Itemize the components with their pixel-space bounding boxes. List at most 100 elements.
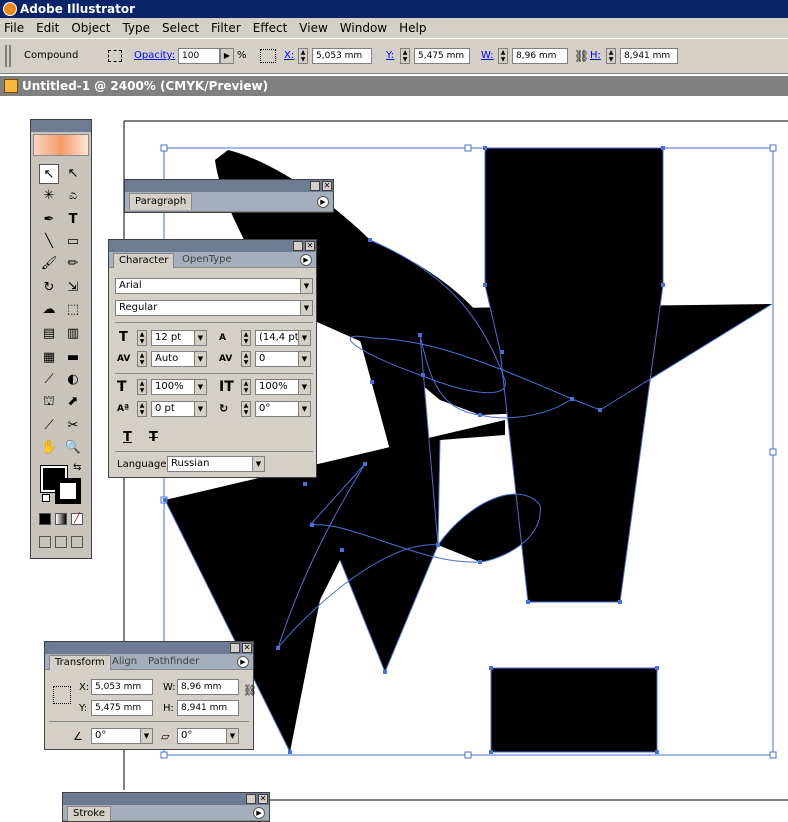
menu-select[interactable]: Select (162, 21, 199, 35)
character-rotation-input[interactable]: 0° ▼ (255, 401, 311, 417)
transform-y-input[interactable]: 5,475 mm (91, 700, 153, 716)
live-paint-selection-tool-icon[interactable]: ⬈ (63, 392, 83, 412)
tab-stroke[interactable]: Stroke (67, 806, 111, 821)
character-panel-menu-icon[interactable]: ▶ (300, 254, 312, 266)
rotate-tool-icon[interactable]: ↻ (39, 278, 59, 298)
tracking-stepper[interactable]: ▲ ▼ (241, 351, 251, 367)
leading-stepper[interactable]: ▲ ▼ (241, 330, 251, 346)
scale-tool-icon[interactable]: ⇲ (63, 278, 83, 298)
stroke-minimize-button[interactable] (246, 794, 256, 804)
transform-minimize-button[interactable] (230, 643, 240, 653)
lasso-tool-icon[interactable]: ಎ (63, 186, 83, 206)
tab-paragraph[interactable]: Paragraph (129, 193, 193, 210)
stroke-close-button[interactable]: ✕ (258, 794, 268, 804)
y-label[interactable]: Y: (386, 50, 394, 61)
character-minimize-button[interactable] (293, 241, 303, 251)
paragraph-panel-title-bar[interactable] (125, 180, 333, 192)
standard-screen-mode-icon[interactable] (39, 536, 51, 548)
baseline-shift-stepper[interactable]: ▲ ▼ (137, 401, 147, 417)
constrain-proportions-icon[interactable]: ⛓ (243, 684, 257, 697)
gradient-mode-icon[interactable] (55, 513, 67, 525)
menu-help[interactable]: Help (399, 21, 426, 35)
rotate-angle-input[interactable]: 0° ▼ (91, 728, 153, 744)
slice-tool-icon[interactable]: ⟋ (39, 416, 59, 436)
h-label[interactable]: H: (590, 50, 601, 61)
tab-align[interactable]: Align (107, 655, 142, 670)
menu-window[interactable]: Window (340, 21, 387, 35)
transform-close-button[interactable]: ✕ (242, 643, 252, 653)
warp-tool-icon[interactable]: ☁ (39, 300, 59, 320)
direct-selection-tool-icon[interactable]: ↖ (63, 164, 83, 184)
line-tool-icon[interactable]: ╲ (39, 232, 59, 252)
kerning-input[interactable]: Auto ▼ (151, 351, 207, 367)
symbol-sprayer-tool-icon[interactable]: ▤ (39, 324, 59, 344)
eyedropper-tool-icon[interactable]: ⟋ (39, 370, 59, 390)
selection-tool-icon[interactable]: ↖ (39, 164, 59, 184)
magic-wand-tool-icon[interactable]: ✳ (39, 186, 59, 206)
stroke-color-swatch[interactable] (55, 478, 81, 504)
gradient-tool-icon[interactable]: ▬ (63, 348, 83, 368)
x-stepper[interactable]: ▲ ▼ (298, 48, 308, 64)
full-screen-menu-mode-icon[interactable] (55, 536, 67, 548)
blend-tool-icon[interactable]: ◐ (63, 370, 83, 390)
paragraph-panel-menu-icon[interactable]: ▶ (317, 196, 329, 208)
reference-point-icon[interactable] (53, 686, 71, 704)
font-size-stepper[interactable]: ▲ ▼ (137, 330, 147, 346)
horizontal-scale-stepper[interactable]: ▲ ▼ (241, 379, 251, 395)
column-graph-tool-icon[interactable]: ▥ (63, 324, 83, 344)
full-screen-mode-icon[interactable] (71, 536, 83, 548)
paragraph-minimize-button[interactable] (310, 181, 320, 191)
underline-icon[interactable]: T (123, 430, 132, 446)
mesh-tool-icon[interactable]: ▦ (39, 348, 59, 368)
tracking-input[interactable]: 0 ▼ (255, 351, 311, 367)
rectangle-tool-icon[interactable]: ▭ (63, 232, 83, 252)
transform-panel-menu-icon[interactable]: ▶ (237, 656, 249, 668)
reference-point-icon[interactable] (260, 49, 276, 63)
x-input[interactable]: 5,053 mm (312, 48, 372, 64)
font-family-dropdown[interactable]: Arial ▼ (115, 278, 313, 294)
none-mode-icon[interactable]: ╱ (71, 513, 83, 525)
language-dropdown[interactable]: Russian ▼ (167, 456, 265, 472)
menu-filter[interactable]: Filter (211, 21, 241, 35)
horizontal-scale-input[interactable]: 100% ▼ (255, 379, 311, 395)
transform-x-input[interactable]: 5,053 mm (91, 679, 153, 695)
graphic-style-icon[interactable] (108, 50, 122, 62)
strikethrough-icon[interactable]: T (149, 430, 158, 446)
character-rotation-stepper[interactable]: ▲ ▼ (241, 401, 251, 417)
paintbrush-tool-icon[interactable]: 🖌 (39, 254, 59, 274)
h-input[interactable]: 8,941 mm (620, 48, 678, 64)
swap-fill-stroke-icon[interactable]: ⇆ (73, 462, 81, 473)
stroke-panel-menu-icon[interactable]: ▶ (253, 807, 265, 819)
menu-type[interactable]: Type (122, 21, 150, 35)
palette-grip[interactable] (5, 45, 11, 67)
pencil-tool-icon[interactable]: ✏ (63, 254, 83, 274)
tab-character[interactable]: Character (113, 253, 175, 268)
menu-object[interactable]: Object (71, 21, 110, 35)
stroke-panel-title-bar[interactable] (63, 793, 269, 805)
kerning-stepper[interactable]: ▲ ▼ (137, 351, 147, 367)
transform-h-input[interactable]: 8,941 mm (177, 700, 239, 716)
zoom-tool-icon[interactable]: 🔍 (63, 438, 83, 458)
vertical-scale-stepper[interactable]: ▲ ▼ (137, 379, 147, 395)
x-label[interactable]: X: (284, 50, 294, 61)
default-fill-stroke-icon[interactable] (42, 494, 50, 502)
tab-pathfinder[interactable]: Pathfinder (143, 655, 204, 670)
menu-effect[interactable]: Effect (253, 21, 288, 35)
baseline-shift-input[interactable]: 0 pt ▼ (151, 401, 207, 417)
type-tool-icon[interactable]: T (63, 210, 83, 230)
opacity-arrow-button[interactable]: ▶ (220, 48, 234, 64)
scissors-tool-icon[interactable]: ✂ (63, 416, 83, 436)
vertical-scale-input[interactable]: 100% ▼ (151, 379, 207, 395)
character-panel-title-bar[interactable] (109, 240, 316, 252)
shear-angle-input[interactable]: 0° ▼ (177, 728, 239, 744)
y-stepper[interactable]: ▲ ▼ (400, 48, 410, 64)
color-mode-icon[interactable] (39, 513, 51, 525)
font-style-dropdown[interactable]: Regular ▼ (115, 300, 313, 316)
tab-opentype[interactable]: OpenType (177, 253, 237, 268)
toolbox-title-bar[interactable] (31, 120, 91, 132)
opacity-input[interactable]: 100 (178, 48, 220, 64)
transform-w-input[interactable]: 8,96 mm (177, 679, 239, 695)
free-transform-tool-icon[interactable]: ⬚ (63, 300, 83, 320)
pen-tool-icon[interactable]: ✒ (39, 210, 59, 230)
adobe-flower-logo[interactable] (33, 134, 89, 156)
